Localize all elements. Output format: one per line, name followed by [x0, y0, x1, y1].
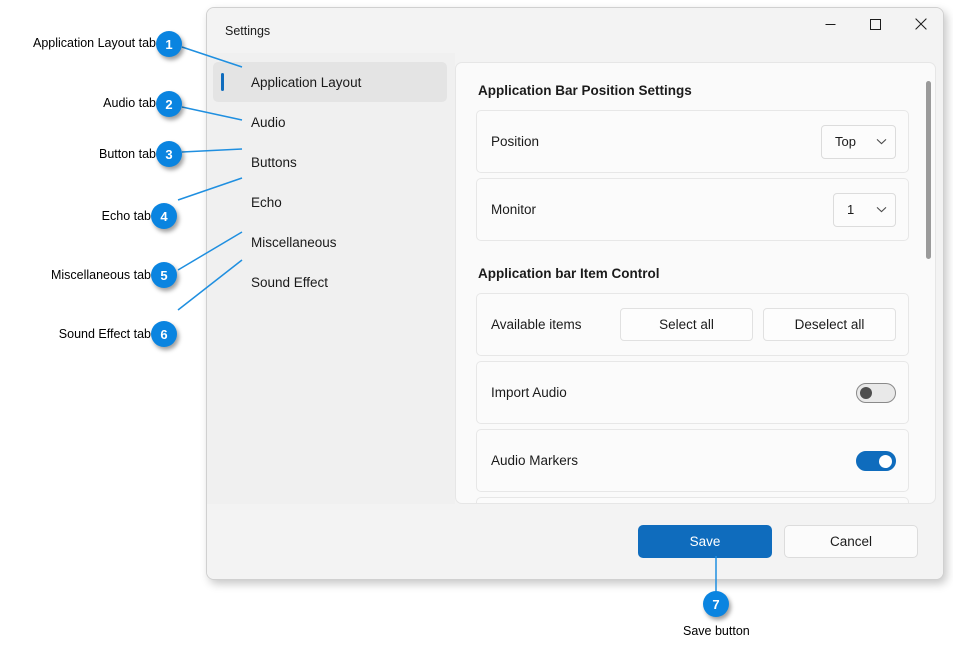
audio-markers-label: Audio Markers: [491, 453, 578, 468]
toggle-knob: [860, 387, 872, 399]
setting-row-available-items: Available items Select all Deselect all: [476, 293, 909, 356]
settings-window: Settings Application Layout: [206, 7, 944, 580]
annotation-label-5: Miscellaneous tab: [51, 268, 151, 282]
sidebar-item-application-layout[interactable]: Application Layout: [213, 62, 447, 102]
sidebar-item-buttons[interactable]: Buttons: [213, 142, 447, 182]
save-button[interactable]: Save: [638, 525, 772, 558]
annotation-label-4: Echo tab: [102, 209, 151, 223]
screenshot-root: Settings Application Layout: [0, 0, 953, 655]
settings-sidebar: Application Layout Audio Buttons Echo Mi…: [207, 53, 455, 504]
window-controls: [808, 8, 943, 40]
settings-scroll-region: Application Bar Position Settings Positi…: [456, 63, 935, 503]
sidebar-item-label: Buttons: [251, 155, 297, 170]
monitor-dropdown[interactable]: 1: [833, 193, 896, 227]
cancel-button[interactable]: Cancel: [784, 525, 918, 558]
setting-row-partial: [476, 497, 909, 503]
window-titlebar: Settings: [207, 8, 943, 53]
annotation-badge-1: 1: [156, 31, 182, 57]
sidebar-item-echo[interactable]: Echo: [213, 182, 447, 222]
settings-content-wrap: Application Bar Position Settings Positi…: [455, 53, 943, 504]
annotation-label-1: Application Layout tab: [33, 36, 156, 50]
content-scrollbar[interactable]: [926, 73, 931, 504]
section-heading-item-control: Application bar Item Control: [478, 266, 909, 281]
position-value: Top: [835, 134, 856, 149]
annotation-label-2: Audio tab: [103, 96, 156, 110]
window-body: Application Layout Audio Buttons Echo Mi…: [207, 53, 943, 504]
annotation-badge-2: 2: [156, 91, 182, 117]
deselect-all-button[interactable]: Deselect all: [763, 308, 896, 341]
close-icon[interactable]: [898, 8, 943, 40]
sidebar-item-label: Echo: [251, 195, 282, 210]
scrollbar-thumb[interactable]: [926, 81, 931, 259]
select-all-button[interactable]: Select all: [620, 308, 753, 341]
sidebar-item-label: Application Layout: [251, 75, 361, 90]
setting-row-position: Position Top: [476, 110, 909, 173]
annotation-badge-6: 6: [151, 321, 177, 347]
sidebar-item-label: Audio: [251, 115, 286, 130]
chevron-down-icon: [876, 138, 887, 145]
sidebar-item-label: Miscellaneous: [251, 235, 337, 250]
audio-markers-toggle[interactable]: [856, 451, 896, 471]
annotation-badge-7: 7: [703, 591, 729, 617]
chevron-down-icon: [876, 206, 887, 213]
monitor-label: Monitor: [491, 202, 536, 217]
import-audio-label: Import Audio: [491, 385, 567, 400]
minimize-icon[interactable]: [808, 8, 853, 40]
position-label: Position: [491, 134, 539, 149]
toggle-knob: [879, 455, 892, 468]
settings-content-card: Application Bar Position Settings Positi…: [455, 62, 936, 504]
section-heading-position: Application Bar Position Settings: [478, 83, 909, 98]
setting-row-import-audio: Import Audio: [476, 361, 909, 424]
maximize-icon[interactable]: [853, 8, 898, 40]
window-title: Settings: [225, 24, 270, 38]
position-dropdown[interactable]: Top: [821, 125, 896, 159]
sidebar-item-audio[interactable]: Audio: [213, 102, 447, 142]
dialog-footer: Save Cancel: [207, 504, 943, 579]
setting-row-audio-markers: Audio Markers: [476, 429, 909, 492]
annotation-badge-4: 4: [151, 203, 177, 229]
annotation-label-6: Sound Effect tab: [59, 327, 151, 341]
annotation-label-3: Button tab: [99, 147, 156, 161]
import-audio-toggle[interactable]: [856, 383, 896, 403]
setting-row-monitor: Monitor 1: [476, 178, 909, 241]
sidebar-item-sound-effect[interactable]: Sound Effect: [213, 262, 447, 302]
sidebar-item-miscellaneous[interactable]: Miscellaneous: [213, 222, 447, 262]
active-indicator-bar: [221, 73, 224, 91]
annotation-badge-5: 5: [151, 262, 177, 288]
annotation-badge-3: 3: [156, 141, 182, 167]
annotation-label-7: Save button: [683, 624, 750, 638]
available-items-label: Available items: [491, 317, 582, 332]
sidebar-item-label: Sound Effect: [251, 275, 328, 290]
monitor-value: 1: [847, 202, 854, 217]
